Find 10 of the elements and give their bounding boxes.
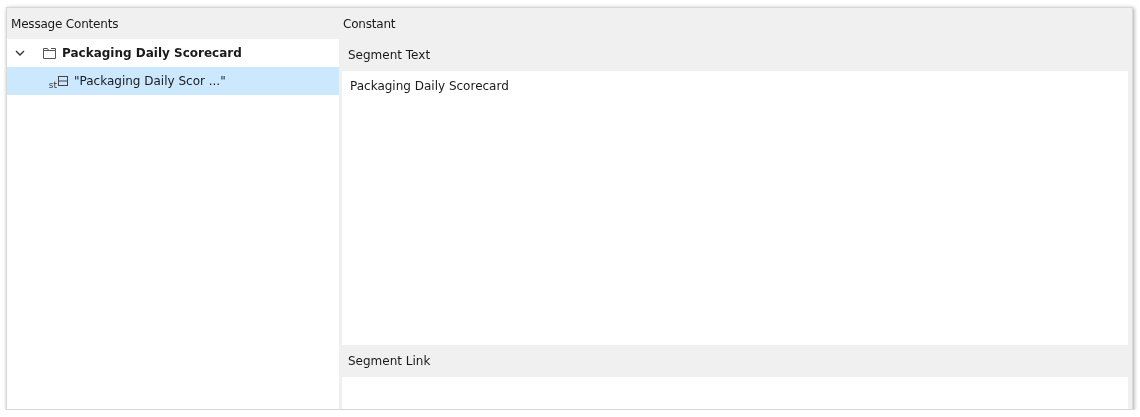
tree-item[interactable]: st "Packaging Daily Scor ..."	[7, 67, 339, 95]
tree-item[interactable]: Packaging Daily Scorecard	[7, 39, 339, 67]
chevron-down-icon[interactable]	[15, 49, 25, 57]
folder-icon	[43, 47, 56, 59]
input-field[interactable]	[342, 377, 1128, 409]
type-tag: st	[47, 80, 57, 90]
pane-title: Constant	[342, 16, 396, 31]
pane-title: Message Contents	[10, 16, 120, 31]
text-area[interactable]: Packaging Daily Scorecard	[342, 71, 1128, 345]
collapse-box-icon	[58, 76, 68, 86]
